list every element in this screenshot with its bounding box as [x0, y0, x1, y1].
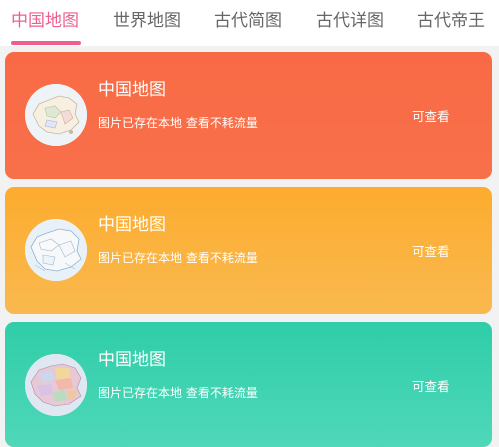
card-subtitle: 图片已存在本地 查看不耗流量	[98, 386, 258, 400]
tab-bar: 中国地图 世界地图 古代简图 古代详图 古代帝王	[0, 0, 499, 46]
view-button[interactable]: 可查看	[412, 376, 450, 395]
card-title: 中国地图	[98, 350, 166, 370]
tab-world-map[interactable]: 世界地图	[113, 9, 181, 33]
map-thumbnail	[25, 354, 87, 416]
card-title: 中国地图	[98, 215, 166, 235]
card-title: 中国地图	[98, 80, 166, 100]
tab-ancient-emperors[interactable]: 古代帝王	[417, 9, 485, 33]
active-tab-indicator	[11, 41, 81, 45]
map-card[interactable]: 中国地图 图片已存在本地 查看不耗流量 可查看	[5, 187, 492, 314]
tab-ancient-detailed-map[interactable]: 古代详图	[316, 9, 384, 33]
tab-ancient-simple-map[interactable]: 古代简图	[214, 9, 282, 33]
map-thumbnail	[25, 84, 87, 146]
card-subtitle: 图片已存在本地 查看不耗流量	[98, 251, 258, 265]
view-button[interactable]: 可查看	[412, 241, 450, 260]
map-card[interactable]: 中国地图 图片已存在本地 查看不耗流量 可查看	[5, 322, 492, 447]
tab-china-map[interactable]: 中国地图	[11, 9, 79, 33]
view-button[interactable]: 可查看	[412, 106, 450, 125]
map-thumbnail	[25, 219, 87, 281]
card-subtitle: 图片已存在本地 查看不耗流量	[98, 116, 258, 130]
map-card[interactable]: 中国地图 图片已存在本地 查看不耗流量 可查看	[5, 52, 492, 179]
